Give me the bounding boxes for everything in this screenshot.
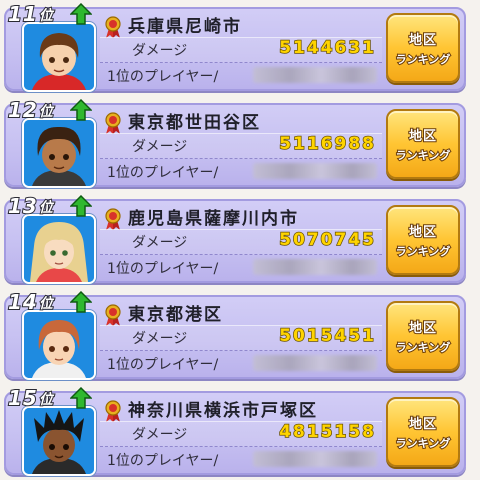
damage-label: ダメージ: [132, 427, 188, 443]
damage-label: ダメージ: [132, 331, 188, 347]
rank-number: 15: [7, 385, 38, 411]
top-player-name-blurred: [253, 67, 377, 83]
ranking-row: 13 位 鹿児島県薩摩川内市 ダメージ 5070745 1位のプレイヤー/ 地区…: [0, 192, 480, 288]
region-ranking-button-line1: 地区: [408, 32, 437, 49]
up-arrow-icon: [70, 291, 92, 313]
region-name: 東京都世田谷区: [128, 113, 261, 133]
player-avatar: [22, 214, 96, 284]
region-ranking-button-line1: 地区: [408, 320, 437, 337]
rank-label: 14 位: [7, 288, 54, 315]
top-player-name-blurred: [253, 259, 377, 275]
top-player-name-blurred: [253, 451, 377, 467]
up-arrow-icon: [70, 3, 92, 25]
damage-label: ダメージ: [132, 139, 188, 155]
region-ranking-button-line1: 地区: [408, 224, 437, 241]
rank-suffix: 位: [38, 199, 54, 217]
rank-suffix: 位: [38, 103, 54, 121]
region-ranking-button-line2: ランキング: [395, 436, 452, 451]
region-ranking-button[interactable]: 地区 ランキング: [386, 13, 460, 83]
top-player-label: 1位のプレイヤー/: [107, 165, 219, 181]
ranking-row: 14 位 東京都港区 ダメージ 5015451 1位のプレイヤー/ 地区 ランキ…: [0, 288, 480, 384]
ranking-row: 15 位 神奈川県横浜市戸塚区 ダメージ 4815158 1位のプレイヤー/ 地…: [0, 384, 480, 480]
up-arrow-icon: [70, 195, 92, 217]
medal-icon: [105, 112, 121, 134]
damage-value: 5116988: [278, 133, 376, 155]
rank-number: 12: [7, 97, 38, 123]
player-avatar: [22, 118, 96, 188]
ranking-row: 11 位 兵庫県尼崎市 ダメージ 5144631 1位のプレイヤー/ 地区 ラン…: [0, 0, 480, 96]
region-ranking-button[interactable]: 地区 ランキング: [386, 397, 460, 467]
rank-suffix: 位: [38, 295, 54, 313]
region-ranking-button-line2: ランキング: [395, 148, 452, 163]
medal-icon: [105, 16, 121, 38]
up-arrow-icon: [70, 99, 92, 121]
damage-label: ダメージ: [132, 43, 188, 59]
top-player-label: 1位のプレイヤー/: [107, 357, 219, 373]
medal-icon: [105, 208, 121, 230]
region-ranking-button[interactable]: 地区 ランキング: [386, 301, 460, 371]
player-avatar: [22, 310, 96, 380]
top-player-label: 1位のプレイヤー/: [107, 69, 219, 85]
rank-suffix: 位: [38, 391, 54, 409]
rank-label: 12 位: [7, 96, 54, 123]
region-ranking-button-line2: ランキング: [395, 340, 452, 355]
rank-number: 14: [7, 289, 38, 315]
region-ranking-button-line2: ランキング: [395, 244, 452, 259]
region-name: 鹿児島県薩摩川内市: [128, 209, 299, 229]
top-player-name-blurred: [253, 163, 377, 179]
ranking-list: 11 位 兵庫県尼崎市 ダメージ 5144631 1位のプレイヤー/ 地区 ラン…: [0, 0, 480, 480]
region-ranking-button-line1: 地区: [408, 128, 437, 145]
region-ranking-button-line2: ランキング: [395, 52, 452, 67]
medal-icon: [105, 304, 121, 326]
damage-value: 4815158: [278, 421, 376, 443]
rank-number: 13: [7, 193, 38, 219]
top-player-label: 1位のプレイヤー/: [107, 261, 219, 277]
rank-label: 13 位: [7, 192, 54, 219]
up-arrow-icon: [70, 387, 92, 409]
rank-label: 15 位: [7, 384, 54, 411]
rank-suffix: 位: [38, 7, 54, 25]
player-avatar: [22, 406, 96, 476]
player-avatar: [22, 22, 96, 92]
region-ranking-button[interactable]: 地区 ランキング: [386, 109, 460, 179]
ranking-row: 12 位 東京都世田谷区 ダメージ 5116988 1位のプレイヤー/ 地区 ラ…: [0, 96, 480, 192]
damage-value: 5070745: [278, 229, 376, 251]
damage-label: ダメージ: [132, 235, 188, 251]
region-name: 兵庫県尼崎市: [128, 17, 242, 37]
medal-icon: [105, 400, 121, 422]
rank-number: 11: [7, 1, 38, 27]
rank-label: 11 位: [7, 0, 54, 27]
region-ranking-button[interactable]: 地区 ランキング: [386, 205, 460, 275]
top-player-label: 1位のプレイヤー/: [107, 453, 219, 469]
damage-value: 5144631: [278, 37, 376, 59]
top-player-name-blurred: [253, 355, 377, 371]
damage-value: 5015451: [278, 325, 376, 347]
region-name: 神奈川県横浜市戸塚区: [128, 401, 318, 421]
region-ranking-button-line1: 地区: [408, 416, 437, 433]
region-name: 東京都港区: [128, 305, 223, 325]
